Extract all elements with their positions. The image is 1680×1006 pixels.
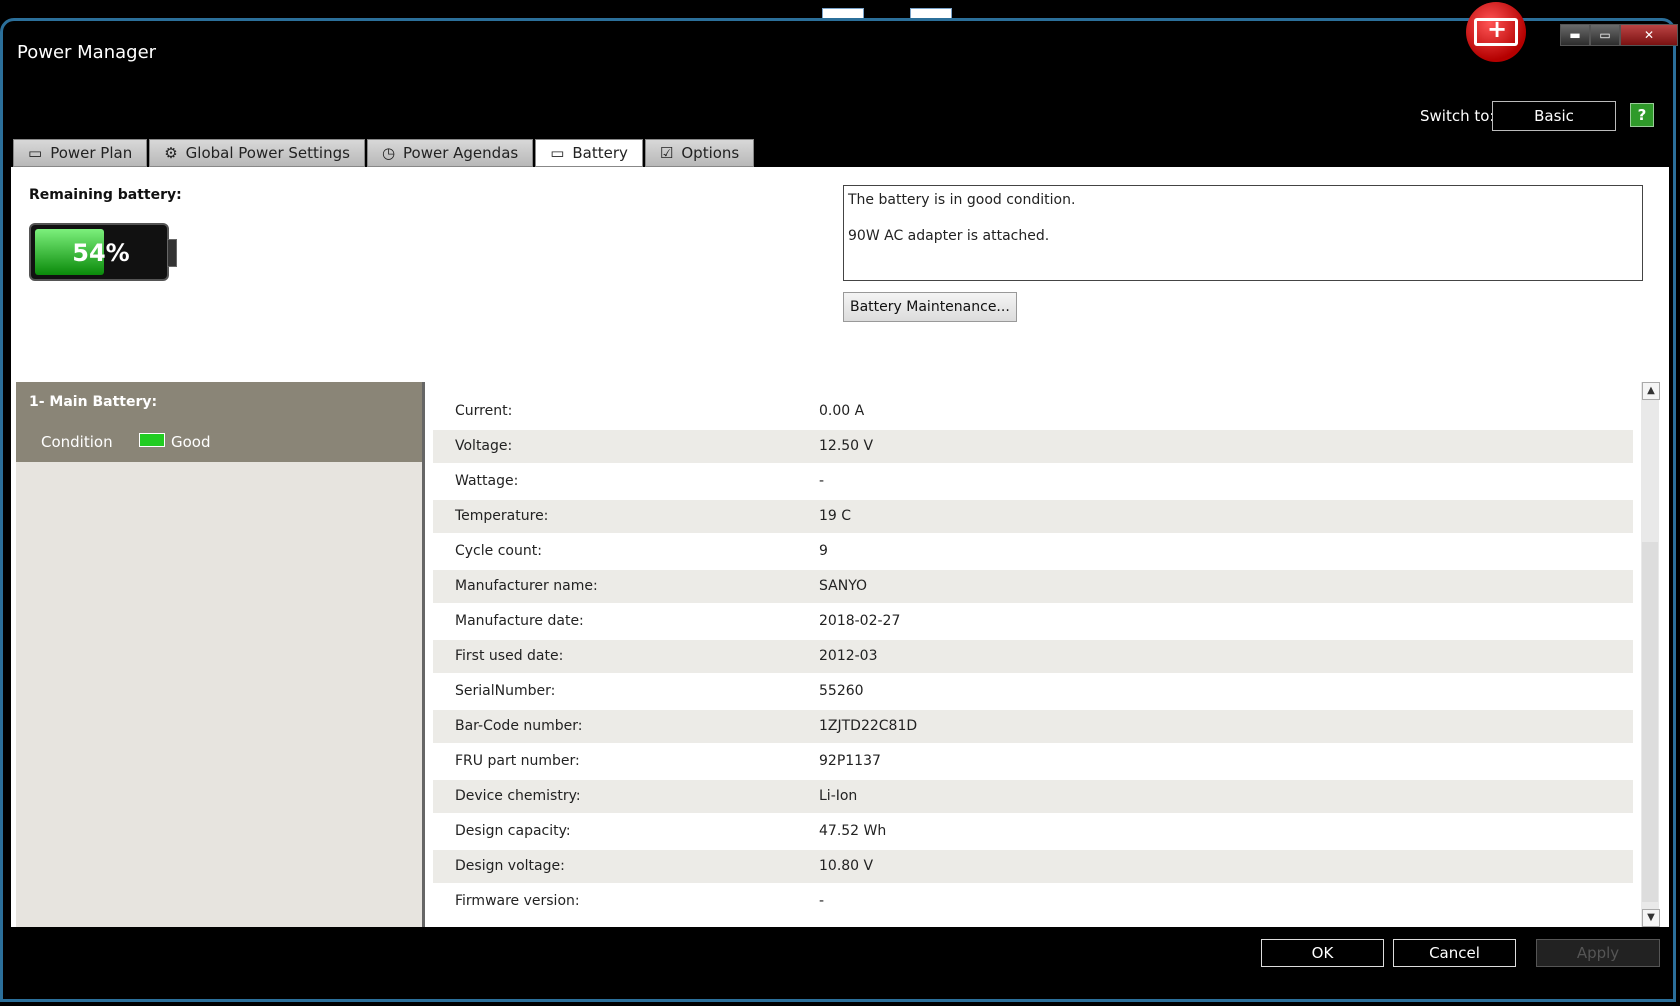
scroll-up-button[interactable]: ▲ [1642, 382, 1660, 400]
detail-value: 0.00 A [819, 403, 865, 419]
table-row: Bar-Code number: 1ZJTD22C81D [433, 710, 1633, 743]
table-row: Manufacturer name: SANYO [433, 570, 1633, 603]
detail-value: 1ZJTD22C81D [819, 718, 918, 734]
tab-bar: ▭ Power Plan ⚙ Global Power Settings ◷ P… [13, 139, 756, 167]
ok-button[interactable]: OK [1261, 939, 1384, 967]
battery-tab-content: Remaining battery: 54% The battery is in… [11, 167, 1669, 927]
main-battery-item[interactable]: 1- Main Battery: Condition Good [16, 382, 422, 462]
switch-basic-button[interactable]: Basic [1492, 101, 1616, 131]
checkbox-icon: ☑ [659, 144, 674, 162]
battery-maintenance-button[interactable]: Battery Maintenance... [843, 292, 1017, 322]
battery-plus-icon [1466, 2, 1526, 62]
detail-key: Device chemistry: [455, 788, 581, 804]
detail-value: 2018-02-27 [819, 613, 901, 629]
detail-value: Li-Ion [819, 788, 858, 804]
battery-gauge-tip [167, 239, 177, 267]
condition-label: Condition [41, 433, 113, 451]
clock-icon: ◷ [381, 144, 396, 162]
tab-options[interactable]: ☑ Options [644, 139, 755, 167]
window-controls: ▬ ▭ ✕ [1560, 24, 1678, 46]
remaining-battery-label: Remaining battery: [29, 187, 182, 203]
gear-icon: ⚙ [164, 144, 178, 162]
detail-key: Design capacity: [455, 823, 571, 839]
main-battery-title: 1- Main Battery: [29, 394, 158, 410]
table-row: First used date: 2012-03 [433, 640, 1633, 673]
detail-value: 12.50 V [819, 438, 874, 454]
detail-value: 19 C [819, 508, 852, 524]
status-line: 90W AC adapter is attached. [848, 228, 1050, 244]
tab-label: Battery [572, 144, 628, 162]
scroll-down-button[interactable]: ▼ [1642, 909, 1660, 927]
detail-key: Manufacturer name: [455, 578, 598, 594]
tab-power-agendas[interactable]: ◷ Power Agendas [366, 139, 534, 167]
status-line: The battery is in good condition. [848, 192, 1076, 208]
detail-key: Bar-Code number: [455, 718, 583, 734]
battery-status-box: The battery is in good condition. 90W AC… [843, 185, 1643, 281]
table-row: Cycle count: 9 [433, 535, 1633, 568]
detail-key: Wattage: [455, 473, 519, 489]
detail-value: 2012-03 [819, 648, 878, 664]
table-row: Temperature: 19 C [433, 500, 1633, 533]
table-row: Design capacity: 47.52 Wh [433, 815, 1633, 848]
detail-key: Current: [455, 403, 513, 419]
detail-value: 47.52 Wh [819, 823, 887, 839]
table-row: Wattage: - [433, 465, 1633, 498]
maximize-button[interactable]: ▭ [1590, 24, 1620, 46]
window-title: Power Manager [17, 42, 157, 63]
tab-label: Power Agendas [403, 144, 519, 162]
table-row: Design voltage: 10.80 V [433, 850, 1633, 883]
condition-value: Good [171, 433, 211, 451]
battery-percent: 54% [72, 239, 130, 267]
detail-value: 9 [819, 543, 828, 559]
tab-global-power-settings[interactable]: ⚙ Global Power Settings [149, 139, 365, 167]
battery-details-table[interactable]: Current: 0.00 A Voltage: 12.50 V Wattage: - Te… [433, 382, 1655, 924]
detail-value: 10.80 V [819, 858, 874, 874]
scrollbar-thumb[interactable] [1642, 542, 1658, 902]
tab-label: Power Plan [50, 144, 133, 162]
table-row: Manufacture date: 2018-02-27 [433, 605, 1633, 638]
table-row: SerialNumber: 55260 [433, 675, 1633, 708]
detail-key: Manufacture date: [455, 613, 584, 629]
table-row: Current: 0.00 A [433, 395, 1633, 428]
detail-key: Firmware version: [455, 893, 580, 909]
taskbar-strip [0, 0, 1680, 20]
minimize-button[interactable]: ▬ [1560, 24, 1590, 46]
detail-value: 92P1137 [819, 753, 881, 769]
detail-key: FRU part number: [455, 753, 580, 769]
detail-key: Voltage: [455, 438, 513, 454]
apply-button[interactable]: Apply [1536, 939, 1660, 967]
battery-gauge: 54% [29, 223, 169, 281]
detail-value: SANYO [819, 578, 868, 594]
switch-to-label: Switch to: [1420, 107, 1495, 125]
battery-good-icon [139, 433, 165, 447]
battery-outline-icon: ▭ [550, 144, 565, 162]
tab-power-plan[interactable]: ▭ Power Plan [13, 139, 148, 167]
tab-battery[interactable]: ▭ Battery [535, 139, 643, 167]
close-button[interactable]: ✕ [1620, 24, 1678, 46]
table-row: FRU part number: 92P1137 [433, 745, 1633, 778]
table-row: Firmware version: - [433, 885, 1633, 918]
tab-label: Global Power Settings [185, 144, 350, 162]
detail-key: SerialNumber: [455, 683, 556, 699]
tab-label: Options [681, 144, 740, 162]
table-row: Voltage: 12.50 V [433, 430, 1633, 463]
cancel-button[interactable]: Cancel [1393, 939, 1516, 967]
details-scrollbar[interactable]: ▲ ▼ [1641, 382, 1660, 927]
detail-key: Cycle count: [455, 543, 542, 559]
detail-value: 55260 [819, 683, 864, 699]
detail-value: - [819, 893, 825, 909]
battery-list-panel: 1- Main Battery: Condition Good [16, 382, 425, 927]
table-row: Device chemistry: Li-Ion [433, 780, 1633, 813]
detail-key: First used date: [455, 648, 564, 664]
detail-value: - [819, 473, 825, 489]
battery-outline-icon: ▭ [28, 144, 43, 162]
detail-key: Temperature: [455, 508, 549, 524]
detail-key: Design voltage: [455, 858, 565, 874]
help-icon[interactable]: ? [1630, 103, 1654, 127]
